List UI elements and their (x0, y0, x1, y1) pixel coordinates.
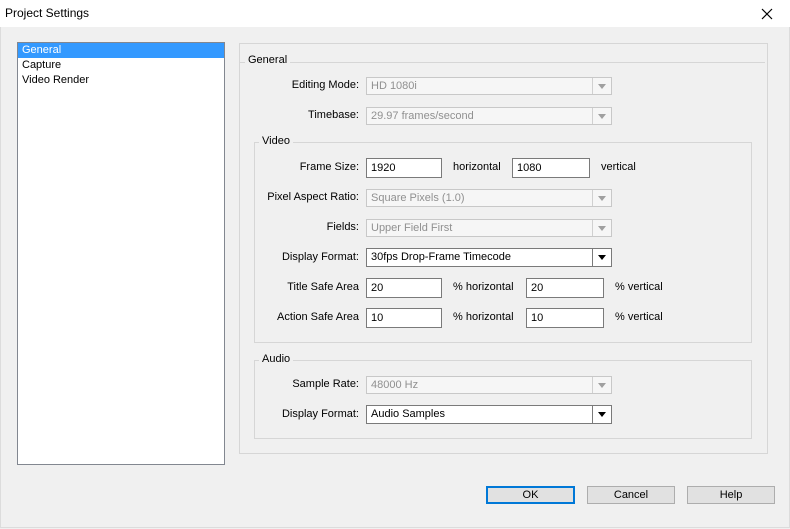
chevron-down-icon (592, 78, 611, 94)
video-display-format-label: Display Format: (281, 251, 359, 263)
frame-width-unit: horizontal (453, 161, 501, 173)
audio-group-title: Audio (259, 353, 294, 365)
settings-category-list[interactable]: General Capture Video Render (17, 42, 225, 465)
fields-select[interactable]: Upper Field First (366, 219, 612, 237)
sample-rate-value: 48000 Hz (371, 379, 419, 391)
pixel-aspect-value: Square Pixels (1.0) (371, 192, 465, 204)
settings-panel: General Editing Mode: HD 1080i Timebase:… (239, 43, 768, 454)
chevron-down-icon (592, 377, 611, 393)
video-display-format-value: 30fps Drop-Frame Timecode (371, 251, 511, 263)
title-safe-horizontal-input[interactable]: 20 (366, 278, 442, 298)
video-group-title: Video (259, 135, 293, 147)
title-safe-vertical-input[interactable]: 20 (526, 278, 604, 298)
timebase-select[interactable]: 29.97 frames/second (366, 107, 612, 125)
close-icon (761, 8, 773, 19)
editing-mode-label: Editing Mode: (291, 79, 359, 91)
frame-height-unit: vertical (601, 161, 636, 173)
close-button[interactable] (744, 0, 790, 27)
title-safe-horizontal-unit: % horizontal (453, 281, 514, 293)
chevron-down-icon (592, 108, 611, 124)
timebase-value: 29.97 frames/second (371, 110, 474, 122)
fields-label: Fields: (326, 221, 359, 233)
sample-rate-label: Sample Rate: (292, 378, 359, 390)
title-safe-vertical-unit: % vertical (615, 281, 663, 293)
timebase-label: Timebase: (308, 109, 359, 121)
frame-size-label: Frame Size: (299, 161, 359, 173)
audio-group (254, 360, 752, 439)
frame-width-input[interactable]: 1920 (366, 158, 442, 178)
chevron-down-icon (592, 249, 611, 266)
audio-display-format-select[interactable]: Audio Samples (366, 405, 612, 424)
title-safe-label: Title Safe Area (287, 281, 359, 293)
editing-mode-select[interactable]: HD 1080i (366, 77, 612, 95)
ok-button[interactable]: OK (486, 486, 575, 504)
window-title: Project Settings (5, 6, 90, 20)
audio-display-format-value: Audio Samples (371, 408, 445, 420)
video-display-format-select[interactable]: 30fps Drop-Frame Timecode (366, 248, 612, 267)
chevron-down-icon (592, 406, 611, 423)
action-safe-horizontal-unit: % horizontal (453, 311, 514, 323)
editing-mode-value: HD 1080i (371, 80, 417, 92)
help-button[interactable]: Help (687, 486, 775, 504)
title-bar: Project Settings (0, 0, 790, 27)
pixel-aspect-label: Pixel Aspect Ratio: (267, 191, 359, 203)
action-safe-label: Action Safe Area (277, 311, 359, 323)
general-group-title: General (245, 54, 291, 66)
project-settings-dialog: Project Settings General Capture Video R… (0, 0, 790, 529)
sample-rate-select[interactable]: 48000 Hz (366, 376, 612, 394)
pixel-aspect-select[interactable]: Square Pixels (1.0) (366, 189, 612, 207)
fields-value: Upper Field First (371, 222, 453, 234)
action-safe-vertical-input[interactable]: 10 (526, 308, 604, 328)
chevron-down-icon (592, 220, 611, 236)
frame-height-input[interactable]: 1080 (512, 158, 590, 178)
audio-display-format-label: Display Format: (281, 408, 359, 420)
action-safe-vertical-unit: % vertical (615, 311, 663, 323)
cancel-button[interactable]: Cancel (587, 486, 675, 504)
chevron-down-icon (592, 190, 611, 206)
action-safe-horizontal-input[interactable]: 10 (366, 308, 442, 328)
nav-item-capture[interactable]: Capture (18, 58, 224, 73)
nav-item-video-render[interactable]: Video Render (18, 73, 224, 88)
nav-item-general[interactable]: General (18, 43, 224, 58)
